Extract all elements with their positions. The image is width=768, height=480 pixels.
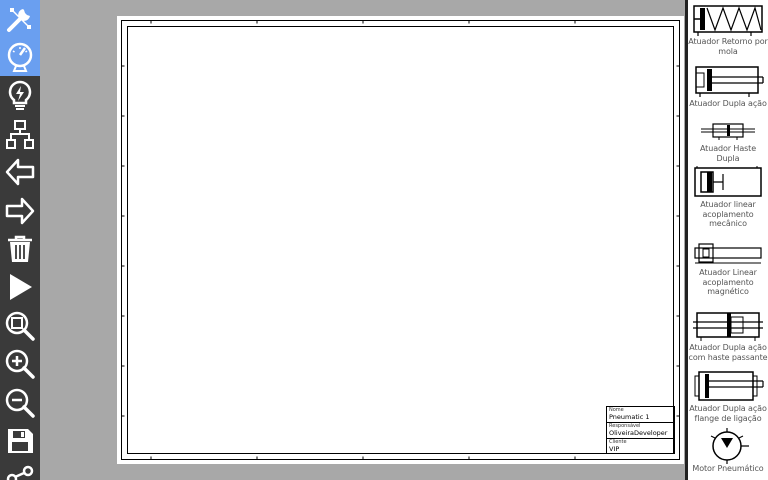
- palette-label-double-acting-flange: Atuador Dupla ação flange de ligação: [689, 404, 767, 423]
- palette-label-double-acting-through-rod: Atuador Dupla ação com haste passante: [688, 343, 768, 362]
- save-button[interactable]: [0, 422, 40, 460]
- app-window: Nome Pneumatic 1 Responsável OliveiraDev…: [0, 0, 768, 480]
- title-block-name-row: Nome Pneumatic 1: [607, 407, 674, 423]
- play-icon: [10, 274, 32, 300]
- share-icon: [6, 465, 34, 480]
- left-toolbar: [0, 0, 40, 480]
- double-acting-through-rod-icon: [693, 312, 763, 341]
- double-acting-cylinder-icon: [695, 66, 764, 97]
- gauge-button[interactable]: [0, 38, 40, 76]
- zoom-fit-icon: [5, 311, 35, 341]
- palette-label-pneumatic-motor: Motor Pneumático: [692, 464, 764, 473]
- simulate-button[interactable]: [0, 268, 40, 306]
- palette-item-spring-return[interactable]: Atuador Retorno por mola: [688, 3, 768, 56]
- drawing-sheet[interactable]: Nome Pneumatic 1 Responsável OliveiraDev…: [117, 16, 684, 464]
- gauge-icon: [7, 42, 33, 72]
- undo-button[interactable]: [0, 153, 40, 191]
- palette-item-linear-mechanical[interactable]: Atuador linear acoplamento mecânico: [688, 164, 768, 229]
- palette-label-linear-magnetic: Atuador Linear acoplamento magnético: [699, 268, 757, 296]
- arrow-right-icon: [5, 197, 35, 225]
- palette-label-spring-return: Atuador Retorno por mola: [688, 37, 768, 56]
- redo-button[interactable]: [0, 192, 40, 230]
- palette-item-double-acting[interactable]: Atuador Dupla ação: [688, 63, 768, 109]
- zoom-out-button[interactable]: [0, 384, 40, 422]
- zoom-out-icon: [5, 388, 35, 418]
- palette-label-double-rod: Atuador Haste Dupla: [699, 144, 757, 163]
- pneumatic-motor-icon: [710, 428, 749, 464]
- title-block-client-row: Cliente VIP: [607, 439, 674, 455]
- linear-mechanical-actuator-icon: [694, 166, 762, 197]
- palette-item-double-rod[interactable]: Atuador Haste Dupla: [688, 118, 768, 163]
- palette-item-pneumatic-motor[interactable]: Motor Pneumático: [688, 428, 768, 474]
- share-button[interactable]: [0, 460, 40, 480]
- arrow-left-icon: [5, 158, 35, 186]
- zoom-in-button[interactable]: [0, 345, 40, 383]
- linear-magnetic-actuator-icon: [694, 243, 762, 264]
- electric-button[interactable]: [0, 76, 40, 114]
- palette-item-double-acting-through-rod[interactable]: Atuador Dupla ação com haste passante: [688, 309, 768, 362]
- drawing-canvas[interactable]: Nome Pneumatic 1 Responsável OliveiraDev…: [40, 0, 687, 480]
- delete-button[interactable]: [0, 230, 40, 268]
- component-palette: Atuador Retorno por mola Atuador Dupla a…: [688, 0, 768, 480]
- client-value[interactable]: VIP: [609, 446, 673, 453]
- title-block: Nome Pneumatic 1 Responsável OliveiraDev…: [606, 406, 675, 454]
- electric-bulb-icon: [8, 80, 32, 110]
- double-rod-cylinder-icon: [701, 123, 755, 140]
- palette-item-double-acting-flange[interactable]: Atuador Dupla ação flange de ligação: [688, 368, 768, 423]
- connection-button[interactable]: [0, 115, 40, 153]
- title-block-responsible-row: Responsável OliveiraDeveloper: [607, 423, 674, 439]
- double-acting-flange-icon: [694, 371, 764, 401]
- responsible-value[interactable]: OliveiraDeveloper: [609, 430, 673, 437]
- palette-label-linear-mechanical: Atuador linear acoplamento mecânico: [700, 200, 756, 228]
- spring-return-cylinder-icon: [693, 5, 763, 36]
- save-icon: [8, 429, 33, 453]
- trash-icon: [8, 235, 32, 262]
- tools-button[interactable]: [0, 0, 40, 38]
- connection-icon: [6, 120, 34, 149]
- palette-item-linear-magnetic[interactable]: Atuador Linear acoplamento magnético: [688, 240, 768, 297]
- tools-icon: [7, 8, 31, 32]
- sheet-frame: [121, 20, 680, 460]
- zoom-in-icon: [5, 349, 35, 379]
- palette-label-double-acting: Atuador Dupla ação: [689, 99, 767, 108]
- name-value[interactable]: Pneumatic 1: [609, 414, 673, 421]
- zoom-fit-button[interactable]: [0, 307, 40, 345]
